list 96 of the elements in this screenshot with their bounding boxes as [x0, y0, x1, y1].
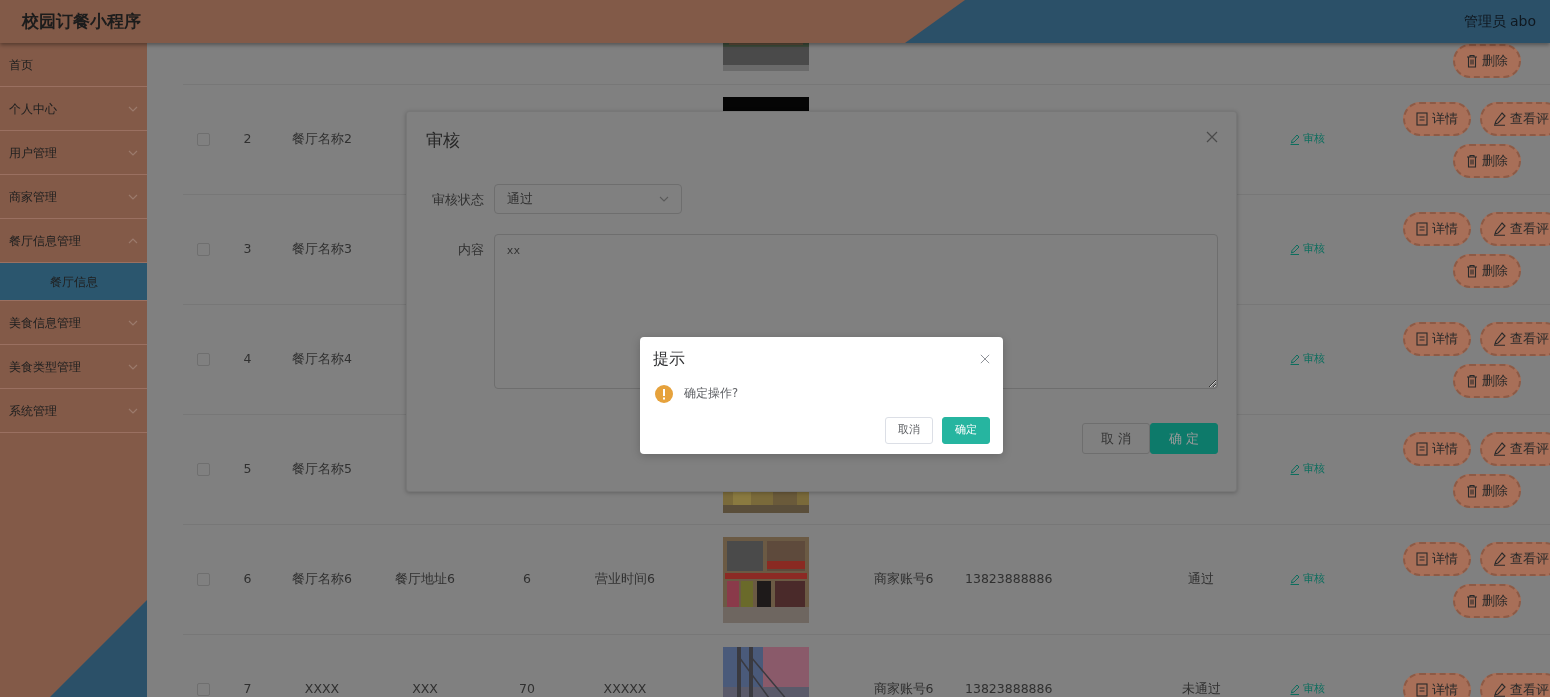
trash-icon [1466, 593, 1478, 608]
table-cell: 13823888886 [965, 570, 1053, 589]
delete-button[interactable]: 删除 [1453, 473, 1521, 508]
table-cell: 2 [243, 130, 252, 149]
pencil-icon [1493, 551, 1506, 566]
menu-item[interactable]: 首页 [0, 43, 147, 87]
comments-button[interactable]: 查看评 [1480, 101, 1550, 136]
pencil-icon [1289, 574, 1300, 585]
pencil-icon [1493, 441, 1506, 456]
table-cell: 未通过 [1181, 680, 1221, 697]
detail-button[interactable]: 详情 [1403, 211, 1471, 246]
detail-button[interactable]: 详情 [1403, 541, 1471, 576]
table-cell: XXXXX [603, 680, 647, 697]
app-title: 校园订餐小程序 [22, 9, 141, 33]
document-icon [1416, 682, 1428, 697]
pencil-icon [1493, 221, 1506, 236]
table-cell: 5 [243, 460, 252, 479]
menu-item[interactable]: 美食类型管理 [0, 345, 147, 389]
table-cell: 餐厅名称2 [292, 130, 352, 149]
confirm-button[interactable]: 确 定 [1149, 423, 1218, 454]
close-icon[interactable] [980, 354, 990, 364]
table-cell: 3 [243, 240, 252, 259]
table-cell: 4 [243, 350, 252, 369]
chevron-icon [128, 193, 138, 200]
trash-icon [1466, 373, 1478, 388]
table-cell: 6 [523, 570, 531, 589]
pencil-icon [1289, 244, 1300, 255]
delete-button[interactable]: 删除 [1453, 363, 1521, 398]
warning-icon [655, 385, 673, 403]
chevron-icon [128, 407, 138, 414]
detail-button[interactable]: 详情 [1403, 431, 1471, 466]
table-cell: XXXX [304, 680, 340, 697]
cancel-button[interactable]: 取 消 [1081, 423, 1150, 454]
comments-button[interactable]: 查看评 [1480, 672, 1550, 697]
detail-button[interactable]: 详情 [1403, 101, 1471, 136]
field-label: 内容 [456, 241, 484, 259]
trash-icon [1466, 54, 1478, 68]
table-cell: 营业时间6 [595, 570, 655, 589]
document-icon [1416, 331, 1428, 346]
close-icon[interactable] [1206, 131, 1218, 143]
table-cell: 商家账号6 [873, 570, 934, 589]
detail-button[interactable]: 详情 [1403, 321, 1471, 356]
cancel-button[interactable]: 取消 [885, 417, 933, 444]
table-cell: 6 [243, 570, 252, 589]
pencil-icon [1289, 464, 1300, 475]
table-cell: 13823888886 [965, 680, 1053, 697]
table-cell: 餐厅名称6 [292, 570, 352, 589]
pencil-icon [1289, 684, 1300, 695]
document-icon [1416, 551, 1428, 566]
table-cell: 通过 [1188, 570, 1214, 589]
chevron-icon [659, 196, 669, 202]
chevron-icon [128, 319, 138, 326]
trash-icon [1466, 153, 1478, 168]
comments-button[interactable]: 查看评 [1480, 541, 1550, 576]
trash-icon [1466, 263, 1478, 278]
table-cell: 70 [519, 680, 535, 697]
chevron-icon [128, 149, 138, 156]
comments-button[interactable]: 查看评 [1480, 431, 1550, 466]
delete-button[interactable]: 删除 [1453, 44, 1521, 78]
delete-button[interactable]: 删除 [1453, 143, 1521, 178]
pencil-icon [1493, 682, 1506, 697]
table-cell: 餐厅地址6 [395, 570, 455, 589]
document-icon [1416, 111, 1428, 126]
chevron-icon [128, 237, 138, 244]
document-icon [1416, 441, 1428, 456]
table-cell: 餐厅名称5 [292, 460, 352, 479]
menu-item[interactable]: 个人中心 [0, 87, 147, 131]
table-cell: 7 [243, 680, 252, 697]
status-select[interactable]: 通过 [494, 184, 682, 214]
detail-button[interactable]: 详情 [1403, 672, 1471, 697]
pencil-icon [1493, 111, 1506, 126]
submenu-item[interactable]: 餐厅信息 [0, 263, 147, 301]
menu-item[interactable]: 商家管理 [0, 175, 147, 219]
confirm-button[interactable]: 确定 [942, 417, 990, 444]
delete-button[interactable]: 删除 [1453, 583, 1521, 618]
table-cell: XXX [412, 680, 438, 697]
field-label: 审核状态 [431, 191, 484, 209]
table-cell: 商家账号6 [873, 680, 934, 697]
menu-item[interactable]: 系统管理 [0, 389, 147, 433]
user-name: 管理员 abo [1463, 12, 1536, 31]
document-icon [1416, 221, 1428, 236]
chevron-icon [128, 105, 138, 112]
chevron-icon [128, 363, 138, 370]
comments-button[interactable]: 查看评 [1480, 211, 1550, 246]
dialog-title: 审核 [426, 129, 460, 153]
pencil-icon [1493, 331, 1506, 346]
delete-button[interactable]: 删除 [1453, 253, 1521, 288]
pencil-icon [1289, 354, 1300, 365]
message-title: 提示 [653, 348, 685, 370]
comments-button[interactable]: 查看评 [1480, 321, 1550, 356]
table-cell: 餐厅名称4 [292, 350, 352, 369]
table-cell: 餐厅名称3 [292, 240, 352, 259]
menu-item[interactable]: 美食信息管理 [0, 301, 147, 345]
menu-item[interactable]: 用户管理 [0, 131, 147, 175]
pencil-icon [1289, 134, 1300, 145]
trash-icon [1466, 483, 1478, 498]
